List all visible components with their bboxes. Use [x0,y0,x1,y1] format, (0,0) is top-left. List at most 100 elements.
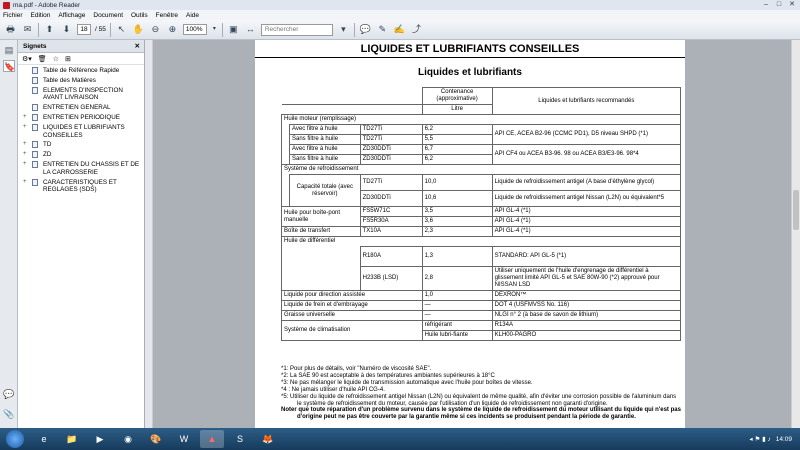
folder-icon[interactable]: 📁 [60,430,84,448]
fit-page-icon[interactable]: ▣ [227,23,240,36]
page-icon [32,104,38,112]
footnote-3: *3: Ne pas mélanger le liquide de transm… [281,379,533,386]
adobe-reader-icon [3,1,10,9]
next-page-icon[interactable]: ⬇ [60,23,73,36]
skype-icon[interactable]: S [228,430,252,448]
share-icon[interactable]: ⤴ [410,23,423,36]
close-panel-icon[interactable]: ✕ [135,42,140,50]
bookmark-label: ELEMENTS D'INSPECTION AVANT LIVRAISON [43,86,123,102]
page-number-input[interactable]: 18 [77,24,91,35]
lubricants-table: Contenance (approximative) Liquides et l… [281,87,682,341]
options-icon[interactable]: ⚙▾ [22,55,32,63]
expand-icon[interactable]: + [23,114,27,122]
hand-tool-icon[interactable]: ✋ [132,23,145,36]
menu-fenetre[interactable]: Fenêtre [156,12,178,19]
page-icon [32,123,38,131]
search-options-icon[interactable]: ▾ [337,23,350,36]
bookmarks-icon[interactable]: 🔖 [3,60,15,72]
bookmark-label: Table des Matières [43,76,96,84]
table-row: Huile moteur (remplissage) [281,114,681,125]
bookmark-item[interactable]: ENTRETIEN GENERAL [18,104,144,112]
adobe-reader-task-icon[interactable]: ▲ [200,430,224,448]
zoom-level-select[interactable]: 100% [182,24,207,35]
page-icon [32,151,38,159]
page-icon [32,113,38,121]
page-icon [32,76,38,84]
email-icon[interactable]: ✉ [21,23,34,36]
start-button[interactable] [6,430,24,448]
footnotes: *1: Pour plus de détails, voir "Numéro d… [281,366,681,421]
navigation-strip: ▤ 🔖 💬 📎 [0,40,18,428]
page-icon [32,178,38,186]
bookmark-label: ENTRETIEN PERIODIQUE [43,113,120,121]
page-title: LIQUIDES ET LUBRIFIANTS CONSEILLES [255,43,685,58]
bookmarks-panel: Signets ✕ ⚙▾ 🗑 ☆ ⊞ Table de Référence Ra… [18,40,145,428]
bookmark-item[interactable]: + ENTRETIEN PERIODIQUE [18,113,144,122]
clock[interactable]: 14:09 [776,436,792,443]
maximize-button[interactable]: □ [773,0,785,9]
bookmark-item[interactable]: Table de Référence Rapide [18,67,144,75]
tray-icons[interactable]: ◂ ⚑ ▮ ♪ [749,435,770,443]
pages-icon[interactable]: ▤ [3,44,15,56]
highlight-icon[interactable]: ✎ [376,23,389,36]
vertical-scrollbar[interactable] [791,40,800,428]
word-icon[interactable]: W [172,430,196,448]
bookmark-item[interactable]: + ZD [18,151,144,159]
menu-outils[interactable]: Outils [131,12,148,19]
chevron-down-icon[interactable]: ▾ [211,23,218,36]
bookmarks-title: Signets [23,42,47,50]
zoom-in-icon[interactable]: ⊕ [166,23,179,36]
bookmark-item[interactable]: Table des Matières [18,76,144,85]
bookmark-list: Table de Référence Rapide Table des Matiè… [18,67,144,194]
expand-icon[interactable]: + [23,141,27,149]
chrome-icon[interactable]: ◉ [116,430,140,448]
previous-page-icon[interactable]: ⬆ [43,23,56,36]
bookmark-label: ENTRETIEN DU CHASSIS ET DE LA CARROSSERI… [43,160,140,176]
footnote-2: *2: La SAE 90 est acceptable à des tempé… [281,372,495,379]
bookmark-label: TD [43,141,52,149]
toolbar: 🖶 ✉ ⬆ ⬇ 18 / 55 ↖ ✋ ⊖ ⊕ 100% ▾ ▣ ↔ Reche… [0,20,800,40]
delete-bookmark-icon[interactable]: 🗑 [38,55,47,63]
bookmark-item[interactable]: + TD [18,141,144,149]
close-button[interactable]: ✕ [786,0,798,9]
bookmark-item[interactable]: + ENTRETIEN DU CHASSIS ET DE LA CARROSSER… [18,160,144,177]
title-bar: ma.pdf - Adobe Reader – □ ✕ [0,0,800,10]
media-player-icon[interactable]: ▶ [88,430,112,448]
menu-document[interactable]: Document [93,12,123,19]
search-input[interactable]: Rechercher [260,23,333,36]
new-bookmark-icon[interactable]: ☆ [53,55,59,63]
comment-icon[interactable]: 💬 [359,23,372,36]
firefox-icon[interactable]: 🦊 [256,430,280,448]
expand-icon[interactable]: + [23,161,27,169]
menu-affichage[interactable]: Affichage [58,12,85,19]
expand-bookmark-icon[interactable]: ⊞ [65,55,71,63]
panel-splitter[interactable] [145,40,153,428]
select-tool-icon[interactable]: ↖ [115,23,128,36]
taskbar: e 📁 ▶ ◉ 🎨 W ▲ S 🦊 ◂ ⚑ ▮ ♪ 14:09 [0,428,800,450]
footnote-5: *5: Utiliser du liquide de refroidisseme… [281,393,677,407]
menu-fichier[interactable]: Fichier [3,12,23,19]
document-viewport[interactable]: LIQUIDES ET LUBRIFIANTS CONSEILLES Liqui… [153,40,800,428]
zoom-out-icon[interactable]: ⊖ [149,23,162,36]
bookmark-item[interactable]: + CARACTERISTIQUES ET REGLAGES (SDS) [18,178,144,195]
paint-icon[interactable]: 🎨 [144,430,168,448]
bookmark-item[interactable]: ELEMENTS D'INSPECTION AVANT LIVRAISON [18,86,144,103]
bookmark-label: ZD [43,151,52,159]
print-icon[interactable]: 🖶 [4,23,17,36]
menu-edition[interactable]: Edition [31,12,51,19]
minimize-button[interactable]: – [760,0,772,9]
fit-width-icon[interactable]: ↔ [244,23,257,36]
expand-icon[interactable]: + [23,151,27,159]
expand-icon[interactable]: + [23,179,27,187]
page-icon [32,160,38,168]
attachments-icon[interactable]: 📎 [3,408,15,420]
comments-panel-icon[interactable]: 💬 [3,388,15,400]
page-icon [32,67,38,74]
sign-icon[interactable]: ✍ [393,23,406,36]
bookmark-label: LIQUIDES ET LUBRIFIANTS CONSEILLES [43,123,125,139]
menu-aide[interactable]: Aide [186,12,199,19]
ie-icon[interactable]: e [32,430,56,448]
bookmark-item[interactable]: + LIQUIDES ET LUBRIFIANTS CONSEILLES [18,123,144,140]
th-recommended: Liquides et lubrifiants recommandés [491,87,682,115]
expand-icon[interactable]: + [23,124,27,132]
